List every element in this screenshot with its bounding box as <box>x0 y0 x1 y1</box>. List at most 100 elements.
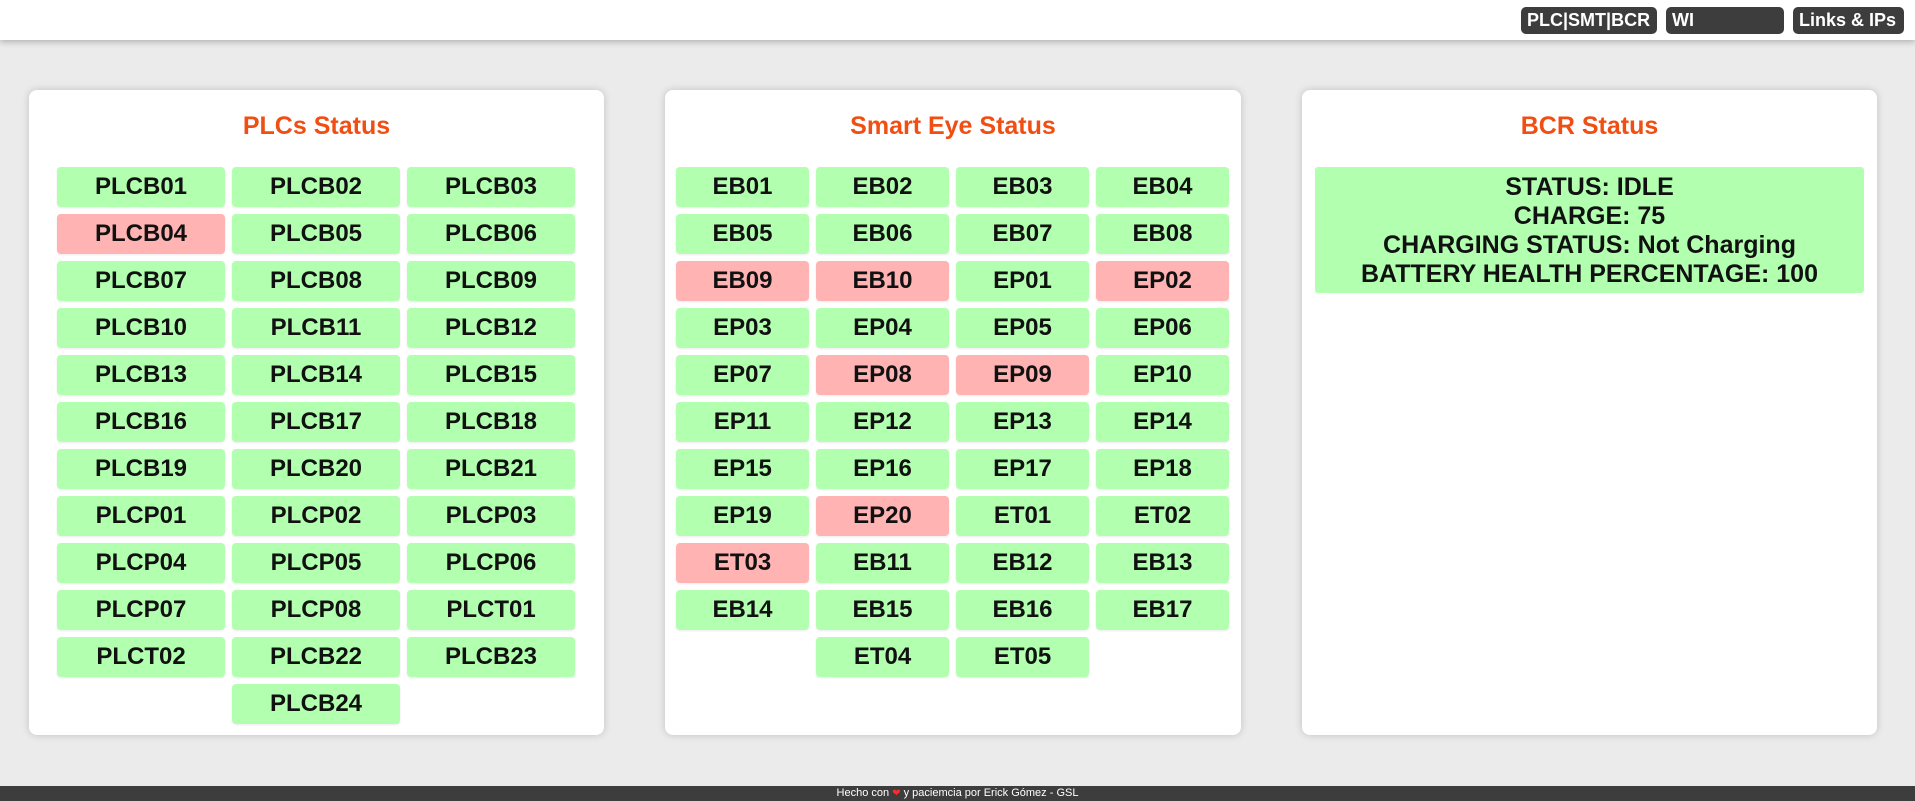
smart-eye-status-tile[interactable]: EP08 <box>816 355 949 395</box>
plc-status-tile[interactable]: PLCB11 <box>232 308 400 348</box>
smart-eye-status-grid: EB01 EB02 EB03 EB04 EB05 EB06 EB07 EB08 EB09 EB10… <box>676 167 1229 677</box>
plc-status-tile[interactable]: PLCB21 <box>407 449 575 489</box>
plc-panel-title: PLCs Status <box>242 112 391 140</box>
bcr-status-box: STATUS: IDLE CHARGE: 75 CHARGING STATUS:… <box>1315 167 1864 293</box>
smart-eye-status-tile[interactable]: EB11 <box>816 543 949 583</box>
plc-status-tile[interactable]: PLCB16 <box>57 402 225 442</box>
bcr-panel-title: BCR Status <box>1520 112 1659 140</box>
bcr-charging-status-line: CHARGING STATUS: Not Charging <box>1383 231 1796 259</box>
smart-eye-status-tile[interactable]: EP01 <box>956 261 1089 301</box>
plc-status-tile[interactable]: PLCP08 <box>232 590 400 630</box>
plc-status-tile[interactable]: PLCP04 <box>57 543 225 583</box>
smart-eye-status-tile[interactable]: EP14 <box>1096 402 1229 442</box>
bcr-charge-line: CHARGE: 75 <box>1513 202 1666 230</box>
smart-eye-status-tile[interactable]: EP18 <box>1096 449 1229 489</box>
smart-eye-status-tile[interactable]: EB02 <box>816 167 949 207</box>
plc-status-tile[interactable]: PLCB07 <box>57 261 225 301</box>
smart-eye-status-tile[interactable]: EP20 <box>816 496 949 536</box>
smart-eye-status-tile[interactable]: EP10 <box>1096 355 1229 395</box>
plc-status-tile[interactable]: PLCB14 <box>232 355 400 395</box>
smart-eye-status-tile[interactable]: ET01 <box>956 496 1089 536</box>
plc-status-tile[interactable]: PLCB05 <box>232 214 400 254</box>
plc-status-tile[interactable]: PLCB23 <box>407 637 575 677</box>
smart-eye-status-tile[interactable]: ET04 <box>816 637 949 677</box>
smart-eye-status-tile[interactable]: EP16 <box>816 449 949 489</box>
smart-eye-status-tile[interactable]: EB07 <box>956 214 1089 254</box>
smart-eye-status-tile[interactable]: ET02 <box>1096 496 1229 536</box>
plc-status-tile[interactable]: PLCP07 <box>57 590 225 630</box>
plc-status-tile[interactable]: PLCB03 <box>407 167 575 207</box>
plc-status-tile[interactable]: PLCB15 <box>407 355 575 395</box>
smart-eye-empty-slot <box>676 637 809 677</box>
smart-eye-status-tile[interactable]: EP07 <box>676 355 809 395</box>
bcr-battery-health-line: BATTERY HEALTH PERCENTAGE: 100 <box>1361 260 1818 288</box>
plc-status-tile[interactable]: PLCB17 <box>232 402 400 442</box>
plc-status-grid: PLCB01 PLCB02 PLCB03 PLCB04 PLCB05 PLCB06 PLCB… <box>57 167 575 724</box>
smart-eye-status-tile[interactable]: EP12 <box>816 402 949 442</box>
footer-text-after: y paciemcia por Erick Gómez - GSL <box>903 787 1079 799</box>
smart-eye-status-tile[interactable]: EB10 <box>816 261 949 301</box>
smart-eye-status-tile[interactable]: EP19 <box>676 496 809 536</box>
smart-eye-status-tile[interactable]: ET05 <box>956 637 1089 677</box>
plc-status-tile[interactable]: PLCB06 <box>407 214 575 254</box>
smart-eye-status-tile[interactable]: EP15 <box>676 449 809 489</box>
plc-status-tile[interactable]: PLCB09 <box>407 261 575 301</box>
smart-eye-status-tile[interactable]: EB14 <box>676 590 809 630</box>
plc-status-tile[interactable]: PLCP06 <box>407 543 575 583</box>
footer: Hecho con ❤ y paciemcia por Erick Gómez … <box>0 786 1915 801</box>
smart-eye-status-tile[interactable]: EB04 <box>1096 167 1229 207</box>
smart-eye-status-tile[interactable]: EB05 <box>676 214 809 254</box>
plc-status-tile[interactable]: PLCP02 <box>232 496 400 536</box>
plc-status-tile[interactable]: PLCB10 <box>57 308 225 348</box>
bcr-status-line: STATUS: IDLE <box>1505 173 1674 201</box>
plc-empty-slot <box>57 684 225 724</box>
plc-smt-bcr-button[interactable]: PLC|SMT|BCR <box>1521 7 1657 34</box>
top-navbar: PLC|SMT|BCR WI Links & IPs <box>0 0 1915 40</box>
smart-eye-status-tile[interactable]: EP06 <box>1096 308 1229 348</box>
plc-status-tile[interactable]: PLCB01 <box>57 167 225 207</box>
plc-status-tile[interactable]: PLCT02 <box>57 637 225 677</box>
plc-empty-slot <box>407 684 575 724</box>
plc-status-tile[interactable]: PLCB19 <box>57 449 225 489</box>
footer-text-before: Hecho con <box>836 787 890 799</box>
wi-button[interactable]: WI <box>1666 7 1784 34</box>
smart-eye-status-tile[interactable]: EP17 <box>956 449 1089 489</box>
plc-status-tile[interactable]: PLCP03 <box>407 496 575 536</box>
plc-status-tile[interactable]: PLCB08 <box>232 261 400 301</box>
plc-status-tile[interactable]: PLCB13 <box>57 355 225 395</box>
smart-eye-status-tile[interactable]: EB13 <box>1096 543 1229 583</box>
smart-eye-empty-slot <box>1096 637 1229 677</box>
smart-eye-status-tile[interactable]: EB12 <box>956 543 1089 583</box>
smart-eye-status-tile[interactable]: EB16 <box>956 590 1089 630</box>
plc-status-tile[interactable]: PLCB18 <box>407 402 575 442</box>
smart-eye-status-tile[interactable]: EB06 <box>816 214 949 254</box>
links-ips-button[interactable]: Links & IPs <box>1793 7 1904 34</box>
plc-status-tile[interactable]: PLCB20 <box>232 449 400 489</box>
smart-eye-status-panel: Smart Eye Status EB01 EB02 EB03 EB04 EB05 EB0… <box>665 90 1241 735</box>
plc-status-tile[interactable]: PLCB24 <box>232 684 400 724</box>
plc-status-tile[interactable]: PLCB02 <box>232 167 400 207</box>
plc-status-panel: PLCs Status PLCB01 PLCB02 PLCB03 PLCB04 PLCB… <box>29 90 604 735</box>
smart-eye-status-tile[interactable]: EP02 <box>1096 261 1229 301</box>
smart-eye-status-tile[interactable]: EP09 <box>956 355 1089 395</box>
plc-status-tile[interactable]: PLCB12 <box>407 308 575 348</box>
plc-status-tile[interactable]: PLCP05 <box>232 543 400 583</box>
smart-eye-status-tile[interactable]: EB17 <box>1096 590 1229 630</box>
smart-eye-status-tile[interactable]: EB03 <box>956 167 1089 207</box>
smart-eye-status-tile[interactable]: EP05 <box>956 308 1089 348</box>
smart-eye-status-tile[interactable]: EP04 <box>816 308 949 348</box>
smart-eye-status-tile[interactable]: EP13 <box>956 402 1089 442</box>
plc-status-tile[interactable]: PLCB22 <box>232 637 400 677</box>
bcr-status-panel: BCR Status STATUS: IDLE CHARGE: 75 CHARG… <box>1302 90 1877 735</box>
smart-eye-status-tile[interactable]: EB09 <box>676 261 809 301</box>
heart-icon: ❤ <box>892 788 901 799</box>
plc-status-tile[interactable]: PLCB04 <box>57 214 225 254</box>
smart-eye-status-tile[interactable]: EB15 <box>816 590 949 630</box>
smart-eye-status-tile[interactable]: ET03 <box>676 543 809 583</box>
smart-eye-status-tile[interactable]: EP11 <box>676 402 809 442</box>
plc-status-tile[interactable]: PLCT01 <box>407 590 575 630</box>
plc-status-tile[interactable]: PLCP01 <box>57 496 225 536</box>
smart-eye-status-tile[interactable]: EB01 <box>676 167 809 207</box>
smart-eye-status-tile[interactable]: EP03 <box>676 308 809 348</box>
smart-eye-status-tile[interactable]: EB08 <box>1096 214 1229 254</box>
